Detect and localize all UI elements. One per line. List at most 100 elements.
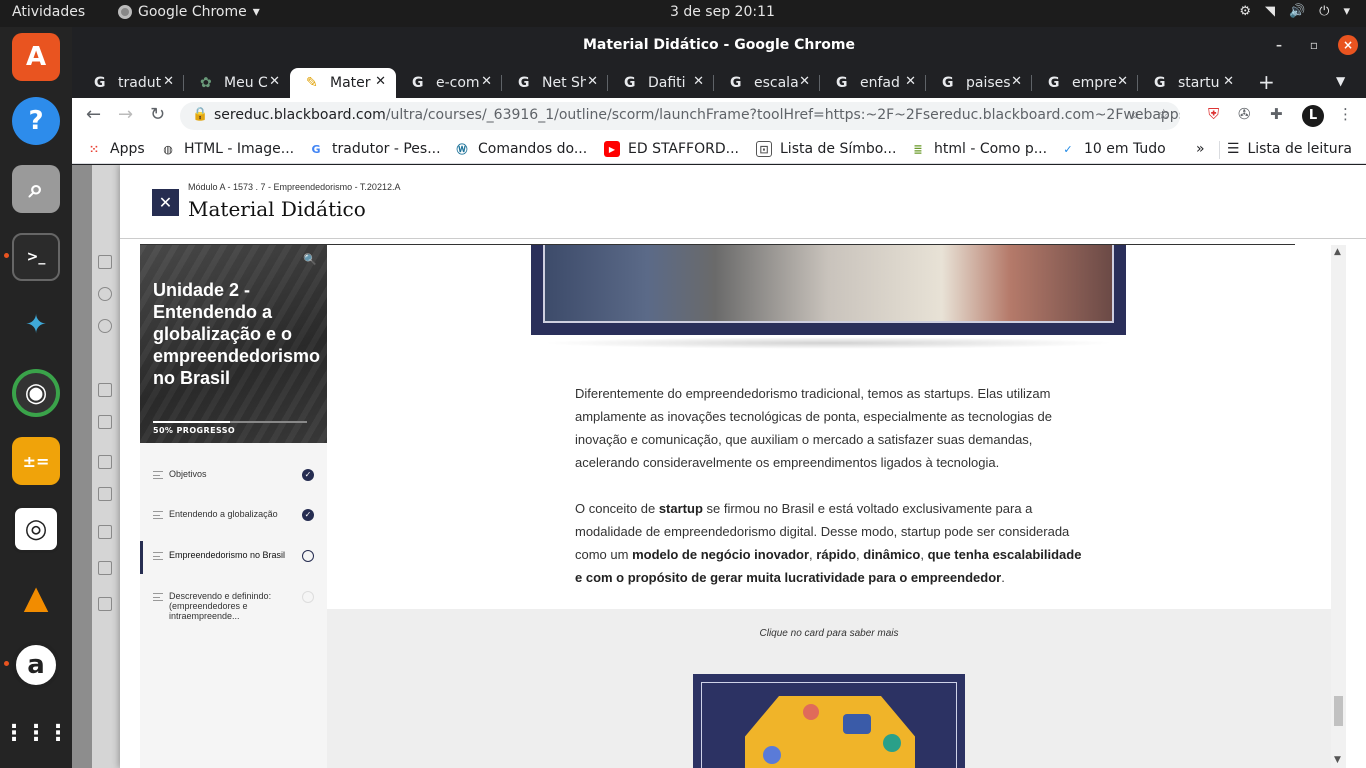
close-window-icon[interactable]: × [1338, 35, 1358, 55]
amazon-icon[interactable]: a [12, 641, 60, 689]
person-figure [763, 746, 781, 764]
show-apps-icon[interactable]: ⋮⋮⋮ [3, 709, 69, 757]
tab-active[interactable]: ✎ Mater ✕ [290, 68, 396, 98]
tab[interactable]: G enfad ✕ [820, 68, 926, 98]
close-icon[interactable]: ✕ [375, 74, 386, 89]
messages-icon[interactable] [98, 487, 112, 501]
terminal-icon[interactable]: >_ [12, 233, 60, 281]
software-center-icon[interactable]: A [12, 33, 60, 81]
courses-icon[interactable] [98, 383, 112, 397]
shield-extension-icon[interactable]: ⛨ [1208, 105, 1219, 123]
puzzle-extensions-icon[interactable]: ✚ [1270, 105, 1283, 123]
bookmark-item[interactable]: ≣ html - Como p... [910, 141, 1047, 157]
tab[interactable]: ✿ Meu C ✕ [184, 68, 290, 98]
screenshot-camera-icon[interactable]: ◎ [12, 505, 60, 553]
running-indicator [4, 253, 9, 258]
tab[interactable]: G escala ✕ [714, 68, 820, 98]
camera-app-icon[interactable]: ◉ [12, 369, 60, 417]
vlc-icon[interactable]: ▲ [12, 573, 60, 621]
maximize-icon[interactable]: ▫ [1304, 35, 1324, 55]
bookmark-item[interactable]: G tradutor - Pes... [308, 141, 440, 157]
scrollbar[interactable]: ▲ ▼ [1331, 245, 1346, 768]
person-figure [803, 704, 819, 720]
back-icon[interactable]: ← [86, 104, 101, 125]
help-icon[interactable]: ? [12, 97, 60, 145]
new-tab-icon[interactable]: + [1258, 70, 1275, 94]
tools-icon[interactable] [98, 561, 112, 575]
zoom-icon[interactable]: ⌕ [1132, 107, 1140, 123]
bookmark-item[interactable]: ✓ 10 em Tudo [1060, 141, 1165, 157]
minimize-icon[interactable]: – [1269, 35, 1289, 55]
bookmark-label: Comandos do... [478, 141, 588, 157]
close-panel-button[interactable]: ✕ [152, 189, 179, 216]
close-icon[interactable]: ✕ [1117, 74, 1128, 89]
profile-avatar[interactable]: L [1302, 105, 1324, 127]
accessibility-icon[interactable]: ⚙ [1239, 4, 1251, 19]
search-icon[interactable]: 🔍 [303, 253, 317, 266]
app-menu[interactable]: Google Chrome ▾ [118, 4, 260, 20]
extension-icon[interactable]: ✇ [1238, 105, 1251, 123]
organizations-icon[interactable] [98, 415, 112, 429]
bookmark-item[interactable]: ▶ ED STAFFORD... [604, 141, 739, 157]
bookmark-item[interactable]: ⊡ Lista de Símbo... [756, 141, 896, 157]
window-titlebar[interactable]: Material Didático - Google Chrome – ▫ × [72, 27, 1366, 64]
scroll-down-icon[interactable]: ▼ [1334, 755, 1341, 765]
close-icon[interactable]: ✕ [1011, 74, 1022, 89]
bookmark-item[interactable]: Ⓦ Comandos do... [454, 141, 588, 157]
close-icon[interactable]: ✕ [481, 74, 492, 89]
tab-title: empre [1072, 75, 1116, 91]
bookmark-apps[interactable]: ⁙ Apps [86, 141, 144, 157]
lock-icon[interactable]: 🔒 [192, 107, 208, 122]
bookmarks-overflow-button[interactable]: » [1196, 141, 1205, 157]
address-bar[interactable]: 🔒 sereduc.blackboard.com/ultra/courses/_… [180, 102, 1180, 130]
tab[interactable]: G tradut ✕ [78, 68, 184, 98]
dock: A ? ⌕ >_ ✦ ◉ ±= ◎ ▲ a ⋮⋮⋮ [0, 27, 72, 768]
bookmark-star-icon[interactable]: ☆ [1157, 107, 1170, 123]
calendar-icon[interactable] [98, 455, 112, 469]
google-icon: G [1048, 75, 1060, 91]
tab[interactable]: G startu ✕ [1138, 68, 1244, 98]
vscode-icon[interactable]: ✦ [12, 301, 60, 349]
tab[interactable]: G empre ✕ [1032, 68, 1138, 98]
close-icon[interactable]: ✕ [905, 74, 916, 89]
institution-icon[interactable] [98, 255, 112, 269]
close-icon[interactable]: ✕ [1223, 74, 1234, 89]
volume-icon[interactable]: 🔊 [1289, 4, 1305, 19]
system-tray[interactable]: ⚙ ◥ 🔊 ⏻ ▾ [1239, 4, 1350, 19]
kebab-menu-icon[interactable]: ⋮ [1338, 105, 1353, 123]
flip-card[interactable] [693, 674, 965, 768]
activities-button[interactable]: Atividades [12, 4, 85, 20]
reading-list-button[interactable]: ☰ Lista de leitura [1227, 141, 1352, 157]
power-icon[interactable]: ⏻ [1319, 4, 1329, 19]
calculator-icon[interactable]: ±= [12, 437, 60, 485]
tab[interactable]: G e-com ✕ [396, 68, 502, 98]
scroll-thumb[interactable] [1334, 696, 1343, 726]
hero-image [531, 245, 1126, 335]
signout-icon[interactable] [98, 597, 112, 611]
divider [120, 238, 1366, 239]
scroll-up-icon[interactable]: ▲ [1334, 247, 1341, 257]
close-icon[interactable]: ✕ [269, 74, 280, 89]
close-icon[interactable]: ✕ [163, 74, 174, 89]
reading-list-icon: ☰ [1226, 141, 1240, 157]
chevron-down-icon[interactable]: ▾ [1343, 4, 1350, 19]
tab[interactable]: G paises ✕ [926, 68, 1032, 98]
tab-title: Meu C [224, 75, 268, 91]
reload-icon[interactable]: ↻ [150, 104, 165, 125]
grades-icon[interactable] [98, 525, 112, 539]
tab[interactable]: G Dafiti ✕ [608, 68, 714, 98]
close-icon[interactable]: ✕ [693, 74, 704, 89]
profile-icon[interactable] [98, 287, 112, 301]
url-host: sereduc.blackboard.com [214, 107, 386, 123]
tab-title: escala [754, 75, 798, 91]
bookmark-item[interactable]: ◍ HTML - Image... [160, 141, 294, 157]
tab-search-icon[interactable]: ▼ [1336, 74, 1345, 88]
close-icon[interactable]: ✕ [799, 74, 810, 89]
forward-icon[interactable]: → [118, 104, 133, 125]
clock[interactable]: 3 de sep 20:11 [670, 4, 775, 20]
globe-icon[interactable] [98, 319, 112, 333]
wifi-icon[interactable]: ◥ [1265, 4, 1275, 19]
screenshot-search-icon[interactable]: ⌕ [12, 165, 60, 213]
tab[interactable]: G Net Sh ✕ [502, 68, 608, 98]
close-icon[interactable]: ✕ [587, 74, 598, 89]
